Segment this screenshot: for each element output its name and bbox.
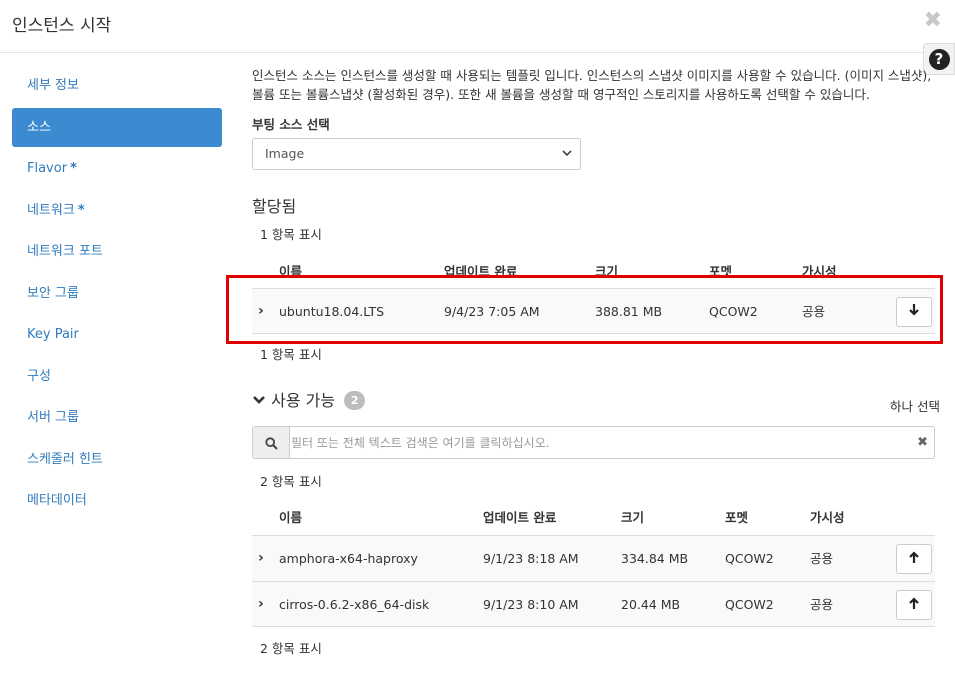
close-icon[interactable]: ✖ — [924, 8, 942, 34]
sidebar-item-label: Flavor — [27, 161, 68, 176]
col-header-format: 포멧 — [709, 264, 733, 279]
row-format: QCOW2 — [725, 551, 774, 566]
row-name: cirros-0.6.2-x86_64-disk — [279, 597, 430, 612]
chevron-right-icon[interactable]: › — [258, 582, 264, 627]
col-header-size: 크기 — [621, 510, 645, 525]
col-header-size: 크기 — [595, 264, 619, 279]
col-header-name: 이름 — [279, 510, 303, 525]
allocated-count-top: 1 항목 표시 — [260, 227, 322, 242]
select-one-label: 하나 선택 — [890, 399, 940, 414]
col-header-visibility: 가시성 — [802, 264, 837, 279]
sidebar-item-label: 서버 그룹 — [27, 410, 79, 425]
table-row[interactable]: › cirros-0.6.2-x86_64-disk 9/1/23 8:10 A… — [252, 581, 935, 627]
chevron-down-icon — [562, 139, 572, 182]
sidebar-item-configuration[interactable]: 구성 — [12, 357, 222, 396]
arrow-down-icon — [909, 304, 919, 316]
sidebar-item-flavor[interactable]: Flavor * — [12, 149, 222, 188]
row-visibility: 공용 — [810, 597, 834, 612]
arrow-up-icon — [909, 551, 919, 563]
sidebar-item-label: 보안 그룹 — [27, 285, 79, 301]
step-description: 인스턴스 소스는 인스턴스를 생성할 때 사용되는 템플릿 입니다. 인스턴스의… — [252, 68, 932, 102]
sidebar-item-label: 네트워크 — [27, 202, 75, 218]
sidebar-item-label: 스케줄러 힌트 — [27, 451, 103, 467]
available-count-top: 2 항목 표시 — [260, 474, 322, 489]
available-count-badge: 2 — [344, 391, 366, 410]
col-header-updated: 업데이트 완료 — [444, 264, 518, 279]
sidebar-item-label: 구성 — [27, 368, 51, 384]
sidebar-item-network[interactable]: 네트워크 * — [12, 191, 222, 230]
sidebar-item-label: 메타데이터 — [27, 493, 87, 508]
search-bar: ✖ — [252, 426, 935, 459]
col-header-visibility: 가시성 — [810, 510, 845, 525]
row-updated: 9/1/23 8:18 AM — [483, 551, 579, 566]
chevron-right-icon[interactable]: › — [258, 536, 264, 581]
row-format: QCOW2 — [709, 304, 758, 319]
boot-source-value: Image — [265, 146, 305, 161]
sidebar-item-key-pair[interactable]: Key Pair — [12, 315, 222, 354]
col-header-name: 이름 — [279, 264, 303, 279]
boot-source-label: 부팅 소스 선택 — [252, 117, 330, 132]
sidebar-item-label: 네트워크 포트 — [27, 244, 103, 259]
row-name: ubuntu18.04.LTS — [279, 304, 385, 319]
allocated-count-bottom: 1 항목 표시 — [260, 347, 322, 362]
col-header-updated: 업데이트 완료 — [483, 510, 557, 525]
available-count-bottom: 2 항목 표시 — [260, 641, 322, 656]
available-header[interactable]: 사용 가능 2 — [252, 387, 366, 411]
wizard-sidebar: 세부 정보 소스 Flavor * 네트워크 * 네트워크 포트 보안 그룹 Key… — [12, 66, 222, 523]
row-size: 388.81 MB — [595, 304, 663, 319]
row-updated: 9/4/23 7:05 AM — [444, 304, 540, 319]
table-row[interactable]: › amphora-x64-haproxy 9/1/23 8:18 AM 334… — [252, 535, 935, 581]
available-title: 사용 가능 — [271, 391, 336, 410]
sidebar-item-label: 소스 — [27, 119, 51, 135]
allocated-title: 할당됨 — [252, 197, 297, 216]
row-visibility: 공용 — [802, 304, 826, 319]
clear-search-icon[interactable]: ✖ — [917, 427, 928, 458]
row-name: amphora-x64-haproxy — [279, 551, 418, 566]
source-step-panel: 인스턴스 소스는 인스턴스를 생성할 때 사용되는 템플릿 입니다. 인스턴스의… — [252, 66, 942, 656]
col-header-format: 포멧 — [725, 510, 749, 525]
boot-source-select[interactable]: Image — [252, 138, 581, 170]
row-format: QCOW2 — [725, 597, 774, 612]
sidebar-item-label: Key Pair — [27, 327, 79, 342]
required-marker: * — [70, 161, 77, 176]
row-updated: 9/1/23 8:10 AM — [483, 597, 579, 612]
sidebar-item-scheduler-hints[interactable]: 스케줄러 힌트 — [12, 440, 222, 479]
row-size: 20.44 MB — [621, 597, 681, 612]
search-input[interactable] — [291, 427, 891, 458]
arrow-up-icon — [909, 597, 919, 609]
sidebar-item-server-groups[interactable]: 서버 그룹 — [12, 398, 222, 437]
table-row[interactable]: › ubuntu18.04.LTS 9/4/23 7:05 AM 388.81 … — [252, 288, 935, 334]
required-marker: * — [77, 202, 85, 218]
sidebar-item-label: 세부 정보 — [27, 78, 79, 93]
allocate-button[interactable] — [896, 544, 932, 574]
chevron-right-icon[interactable]: › — [258, 289, 264, 334]
row-size: 334.84 MB — [621, 551, 689, 566]
allocate-button[interactable] — [896, 590, 932, 620]
row-visibility: 공용 — [810, 551, 834, 566]
modal-header: 인스턴스 시작 ✖ — [0, 0, 955, 53]
sidebar-item-security-groups[interactable]: 보안 그룹 — [12, 274, 222, 313]
modal-title: 인스턴스 시작 — [12, 16, 112, 36]
deallocate-button[interactable] — [896, 297, 932, 327]
sidebar-item-network-ports[interactable]: 네트워크 포트 — [12, 232, 222, 271]
sidebar-item-source[interactable]: 소스 — [12, 107, 222, 147]
chevron-down-icon — [253, 396, 265, 404]
sidebar-item-details[interactable]: 세부 정보 — [12, 66, 222, 105]
search-icon — [253, 427, 290, 458]
sidebar-item-metadata[interactable]: 메타데이터 — [12, 481, 222, 520]
